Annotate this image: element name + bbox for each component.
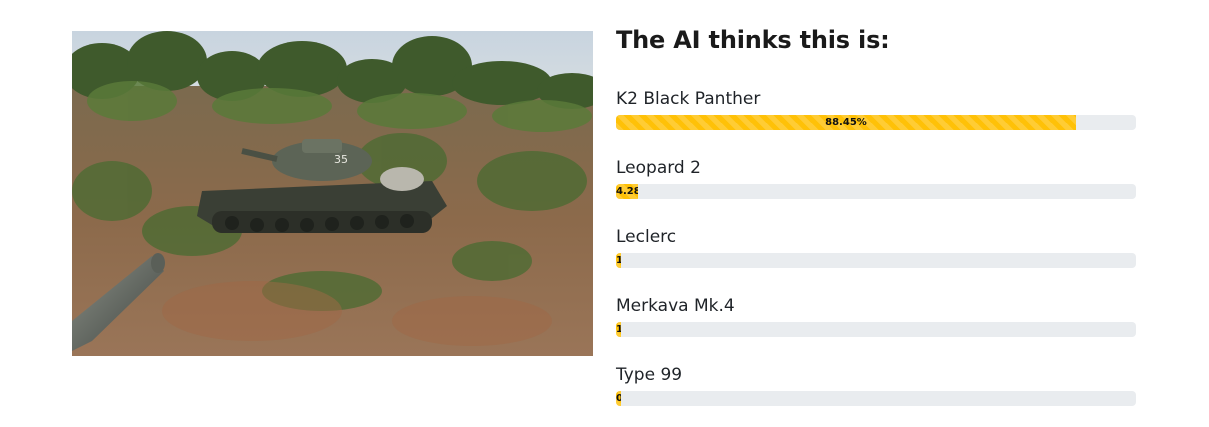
tank-photo: 35 [72,31,593,356]
prediction-label: Merkava Mk.4 [616,296,735,316]
confidence-bar-track: 88.45% [616,115,1136,130]
prediction-item: Type 99 0 [616,358,1137,427]
tank-photo-illustration: 35 [72,31,593,356]
confidence-bar-fill: 1 [616,253,622,268]
confidence-bar-fill: 4.28 [616,184,639,199]
results-panel: The AI thinks this is: K2 Black Panther … [616,24,1137,427]
prediction-list: K2 Black Panther 88.45% Leopard 2 4.28 L… [616,82,1137,427]
confidence-bar-track: 4.28 [616,184,1136,199]
results-title: The AI thinks this is: [616,26,890,54]
confidence-bar-fill: 1 [616,322,622,337]
confidence-bar-track: 1 [616,253,1136,268]
prediction-item: K2 Black Panther 88.45% [616,82,1137,151]
confidence-bar-track: 0 [616,391,1136,406]
prediction-label: K2 Black Panther [616,89,761,109]
confidence-bar-track: 1 [616,322,1136,337]
prediction-item: Leopard 2 4.28 [616,151,1137,220]
confidence-bar-fill: 88.45% [616,115,1076,130]
prediction-item: Merkava Mk.4 1 [616,289,1137,358]
prediction-label: Type 99 [616,365,683,385]
svg-text:35: 35 [334,153,348,166]
confidence-bar-fill: 0 [616,391,622,406]
prediction-label: Leclerc [616,227,677,247]
prediction-label: Leopard 2 [616,158,701,178]
prediction-item: Leclerc 1 [616,220,1137,289]
